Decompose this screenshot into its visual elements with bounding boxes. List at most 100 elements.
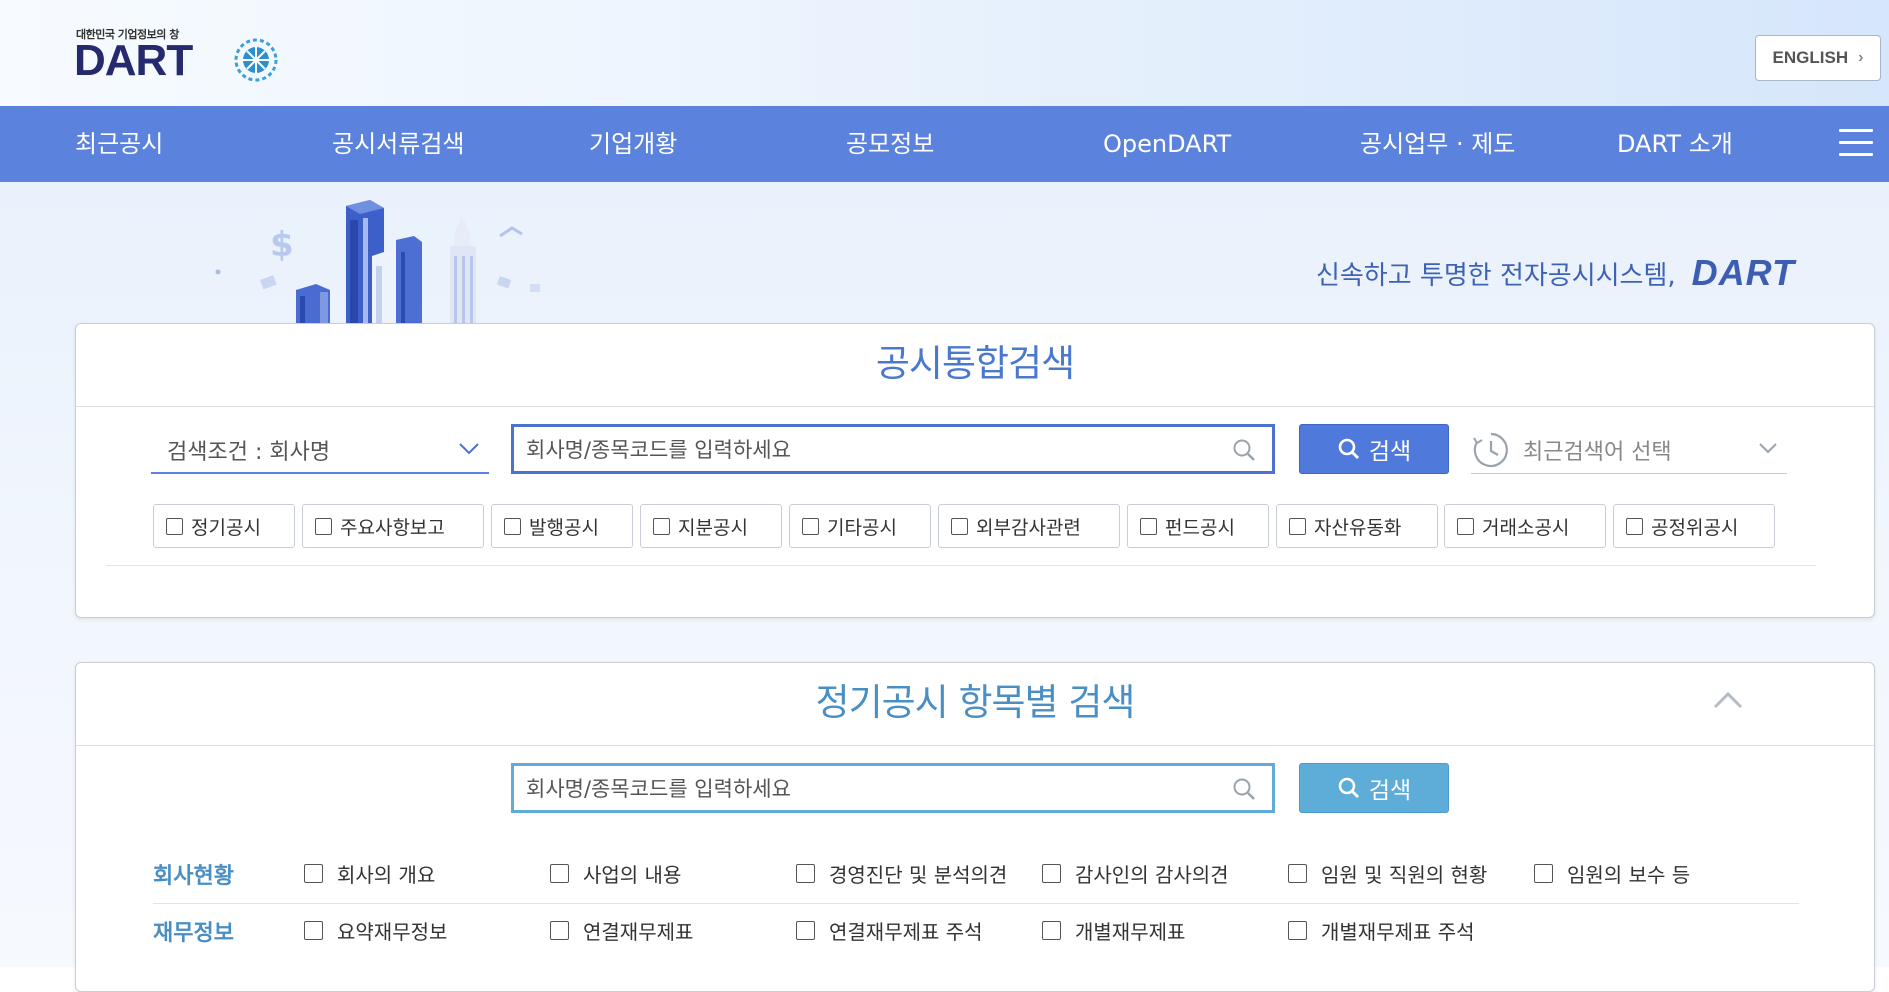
item-label: 연결재무제표	[583, 920, 694, 944]
checkbox[interactable]	[1288, 921, 1307, 940]
periodic-search-button[interactable]: 검색	[1299, 763, 1449, 813]
checkbox[interactable]	[796, 864, 815, 883]
top-header: 대한민국 기업정보의 창 DART ENGLISH ›	[0, 0, 1889, 106]
checkbox[interactable]	[304, 864, 323, 883]
search-button[interactable]: 검색	[1299, 424, 1449, 474]
slogan-brand: DART	[1691, 252, 1795, 293]
search-icon[interactable]	[1232, 777, 1256, 801]
hamburger-menu-icon[interactable]	[1839, 129, 1873, 157]
filter-label: 발행공시	[529, 516, 599, 539]
checkbox[interactable]	[304, 921, 323, 940]
filter-label: 공정위공시	[1651, 516, 1739, 539]
checkbox[interactable]	[1042, 921, 1061, 940]
recent-search-label: 최근검색어 선택	[1523, 440, 1672, 465]
search-button-label: 검색	[1368, 439, 1412, 465]
category-financial-info: 재무정보	[153, 921, 234, 946]
filter-equity[interactable]: 지분공시	[640, 504, 782, 548]
checkbox[interactable]	[1457, 517, 1474, 535]
periodic-search-box	[511, 763, 1275, 813]
item-label: 회사의 개요	[337, 863, 436, 887]
checkbox[interactable]	[504, 517, 521, 535]
search-icon[interactable]	[1232, 438, 1256, 462]
item-label: 요약재무정보	[337, 920, 448, 944]
item-summary-financials[interactable]: 요약재무정보	[304, 916, 447, 945]
search-icon	[1338, 438, 1359, 459]
checkbox[interactable]	[653, 517, 670, 535]
chevron-up-icon[interactable]	[1712, 688, 1744, 712]
filter-ftc[interactable]: 공정위공시	[1613, 504, 1775, 548]
logo-wordmark: DART	[74, 36, 193, 85]
nav-opendart[interactable]: OpenDART	[1103, 106, 1231, 182]
search-button-label: 검색	[1368, 778, 1412, 804]
item-label: 개별재무제표 주석	[1321, 920, 1475, 944]
checkbox[interactable]	[1140, 517, 1157, 535]
nav-disclosure-system[interactable]: 공시업무 · 제도	[1360, 106, 1515, 182]
dart-logo[interactable]: 대한민국 기업정보의 창 DART	[74, 26, 284, 86]
periodic-search-title: 정기공시 항목별 검색	[76, 663, 1874, 746]
filter-label: 정기공시	[191, 516, 261, 539]
checkbox[interactable]	[1288, 864, 1307, 883]
item-business-content[interactable]: 사업의 내용	[550, 859, 681, 888]
checkbox[interactable]	[1289, 517, 1306, 535]
periodic-search-input[interactable]	[514, 766, 1196, 812]
english-button[interactable]: ENGLISH ›	[1755, 35, 1881, 81]
company-search-box	[511, 424, 1275, 474]
checkbox[interactable]	[550, 921, 569, 940]
recent-search-dropdown[interactable]: 최근검색어 선택	[1471, 424, 1787, 474]
checkbox[interactable]	[1626, 517, 1643, 535]
item-label: 임원 및 직원의 현황	[1321, 863, 1488, 887]
main-nav: 최근공시 공시서류검색 기업개황 공모정보 OpenDART 공시업무 · 제도…	[0, 106, 1889, 183]
divider	[106, 565, 1816, 566]
checkbox[interactable]	[315, 517, 332, 535]
nav-recent-disclosures[interactable]: 최근공시	[75, 106, 163, 182]
search-condition-label: 검색조건 : 회사명	[167, 440, 331, 465]
filter-label: 기타공시	[827, 516, 897, 539]
nav-offering-info[interactable]: 공모정보	[846, 106, 934, 182]
item-separate-fs-notes[interactable]: 개별재무제표 주석	[1288, 916, 1475, 945]
filter-issuance[interactable]: 발행공시	[491, 504, 633, 548]
filter-periodic[interactable]: 정기공시	[153, 504, 295, 548]
item-consolidated-fs[interactable]: 연결재무제표	[550, 916, 693, 945]
item-label: 개별재무제표	[1075, 920, 1186, 944]
filter-other[interactable]: 기타공시	[789, 504, 931, 548]
integrated-search-panel: 공시통합검색 검색조건 : 회사명 검색 최근검색어 선택	[75, 323, 1875, 618]
filter-external-audit[interactable]: 외부감사관련	[938, 504, 1120, 548]
periodic-search-panel: 정기공시 항목별 검색 검색 회사현황 회사의 개요 사업의 내용 경영진단 및…	[75, 662, 1875, 992]
nav-about-dart[interactable]: DART 소개	[1617, 106, 1733, 182]
search-icon	[1338, 777, 1359, 798]
item-separate-fs[interactable]: 개별재무제표	[1042, 916, 1185, 945]
checkbox[interactable]	[796, 921, 815, 940]
filter-label: 거래소공시	[1482, 516, 1570, 539]
checkbox[interactable]	[166, 517, 183, 535]
filter-exchange[interactable]: 거래소공시	[1444, 504, 1606, 548]
filter-fund[interactable]: 펀드공시	[1127, 504, 1269, 548]
chevron-right-icon: ›	[1858, 49, 1864, 66]
slogan-text: 신속하고 투명한 전자공시시스템,	[1315, 260, 1676, 291]
checkbox[interactable]	[951, 517, 968, 535]
checkbox[interactable]	[1042, 864, 1061, 883]
item-md-and-a[interactable]: 경영진단 및 분석의견	[796, 859, 1007, 888]
checkbox[interactable]	[802, 517, 819, 535]
nav-document-search[interactable]: 공시서류검색	[332, 106, 464, 182]
item-officers-employees[interactable]: 임원 및 직원의 현황	[1288, 859, 1487, 888]
item-auditor-opinion[interactable]: 감사인의 감사의견	[1042, 859, 1229, 888]
item-company-overview[interactable]: 회사의 개요	[304, 859, 435, 888]
checkbox[interactable]	[1534, 864, 1553, 883]
item-label: 경영진단 및 분석의견	[829, 863, 1008, 887]
checkbox[interactable]	[550, 864, 569, 883]
hero-slogan: 신속하고 투명한 전자공시시스템, DART	[1316, 252, 1795, 294]
item-label: 임원의 보수 등	[1567, 863, 1691, 887]
filter-major-report[interactable]: 주요사항보고	[302, 504, 484, 548]
filter-label: 자산유동화	[1314, 516, 1402, 539]
filter-asset-securitization[interactable]: 자산유동화	[1276, 504, 1438, 548]
nav-company-overview[interactable]: 기업개황	[589, 106, 677, 182]
category-company-status: 회사현황	[153, 864, 234, 889]
item-officer-compensation[interactable]: 임원의 보수 등	[1534, 859, 1690, 888]
filter-label: 주요사항보고	[340, 516, 445, 539]
company-search-input[interactable]	[514, 427, 1196, 473]
search-condition-dropdown[interactable]: 검색조건 : 회사명	[151, 424, 489, 474]
item-label: 사업의 내용	[583, 863, 682, 887]
item-label: 연결재무제표 주석	[829, 920, 983, 944]
filter-label: 외부감사관련	[976, 516, 1081, 539]
item-consolidated-fs-notes[interactable]: 연결재무제표 주석	[796, 916, 983, 945]
